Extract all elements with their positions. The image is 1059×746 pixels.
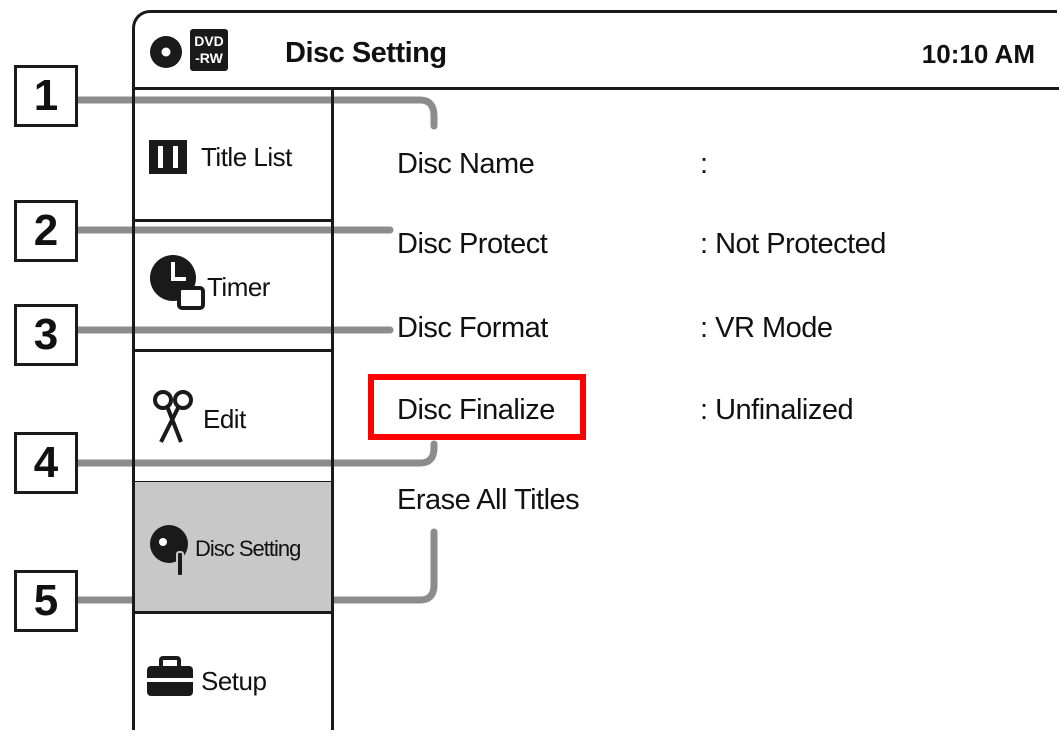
callout-2: 2 [14, 200, 78, 262]
callout-1: 1 [14, 65, 78, 127]
sidebar-item-title-list[interactable]: Title List [135, 90, 331, 222]
setting-disc-name[interactable]: Disc Name [397, 148, 535, 181]
disc-finalize-highlight-box [368, 374, 586, 440]
setting-disc-finalize-value: : Unfinalized [700, 394, 854, 426]
setting-disc-format-value: : VR Mode [700, 312, 833, 344]
badge-bottom: -RW [195, 50, 223, 66]
badge-top: DVD [194, 33, 224, 49]
dvd-rw-badge: DVD -RW [190, 29, 228, 71]
disc-icon [150, 36, 182, 68]
setting-erase-all-titles[interactable]: Erase All Titles [397, 484, 580, 517]
callout-4: 4 [14, 432, 78, 494]
sidebar-item-label: Edit [203, 404, 246, 434]
clock: 10:10 AM [921, 39, 1035, 69]
setting-disc-protect-value: : Not Protected [700, 228, 886, 260]
sidebar-item-disc-setting[interactable]: Disc Setting [135, 482, 331, 614]
setting-disc-protect[interactable]: Disc Protect [397, 228, 548, 261]
callout-3: 3 [14, 304, 78, 366]
sidebar-item-timer[interactable]: Timer [135, 220, 331, 352]
timer-icon [150, 255, 205, 310]
page-title: Disc Setting [285, 37, 447, 69]
sidebar: Title List Timer Edit Disc Setting Setup [135, 90, 334, 730]
sidebar-item-label: Setup [201, 666, 267, 696]
disc-setting-icon [150, 525, 188, 577]
callout-5: 5 [14, 570, 78, 632]
title-list-icon [149, 140, 187, 174]
sidebar-item-label: Title List [201, 142, 292, 172]
setting-disc-format[interactable]: Disc Format [397, 312, 548, 345]
scissors-icon [153, 390, 193, 443]
osd-header: DVD -RW Disc Setting 10:10 AM [135, 13, 1059, 90]
sidebar-item-label: Disc Setting [195, 536, 301, 561]
setting-disc-name-value: : [700, 148, 708, 180]
toolbox-icon [147, 656, 193, 696]
sidebar-item-setup[interactable]: Setup [135, 614, 331, 746]
sidebar-item-label: Timer [207, 272, 270, 302]
sidebar-item-edit[interactable]: Edit [135, 352, 331, 484]
